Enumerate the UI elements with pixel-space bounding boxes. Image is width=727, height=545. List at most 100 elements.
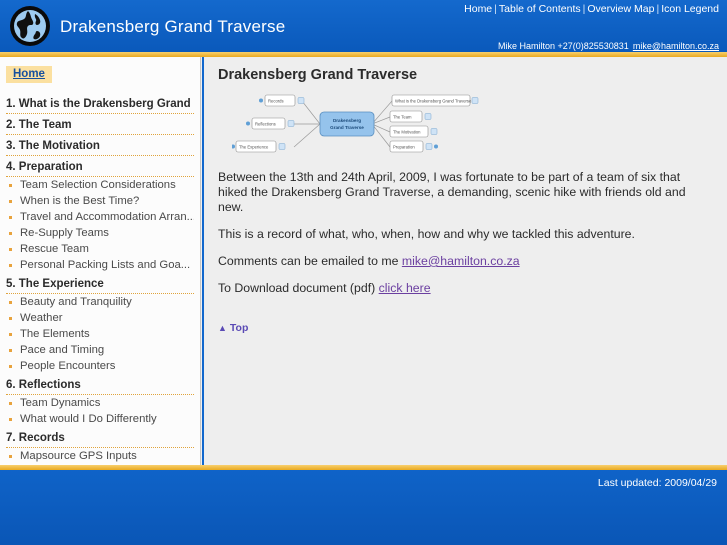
sidebar-section-4[interactable]: 4. Preparation — [6, 156, 194, 177]
mindmap-diagram: Drakensberg Grand Traverse What is the D… — [231, 89, 715, 162]
bullet-icon — [9, 200, 12, 203]
sidebar-item-packing-lists[interactable]: Personal Packing Lists and Goa... — [6, 257, 194, 273]
sidebar-item-travel-accommodation[interactable]: Travel and Accommodation Arran... — [6, 209, 194, 225]
mindmap-center-node: Drakensberg Grand Traverse — [319, 111, 375, 137]
bullet-icon — [9, 248, 12, 251]
sidebar-item-label: Personal Packing Lists and Goa... — [20, 259, 191, 271]
bullet-icon — [9, 418, 12, 421]
sidebar-item-label: Team Selection Considerations — [20, 179, 176, 191]
sidebar-item-label: Team Dynamics — [20, 397, 101, 409]
sidebar-item-pace-timing[interactable]: Pace and Timing — [6, 342, 194, 358]
svg-text:The Motivation: The Motivation — [393, 129, 421, 134]
nav-separator: | — [656, 3, 660, 15]
nav-link-overview-map[interactable]: Overview Map — [587, 3, 654, 15]
svg-text:The Experience: The Experience — [239, 144, 269, 149]
sidebar: Home 1. What is the Drakensberg Grand ..… — [0, 57, 200, 465]
intro-paragraph: Between the 13th and 24th April, 2009, I… — [218, 170, 686, 214]
sidebar-section-7[interactable]: 7. Records — [6, 427, 194, 448]
bullet-icon — [9, 365, 12, 368]
sidebar-item-label: Beauty and Tranquility — [20, 296, 132, 308]
sidebar-section-6[interactable]: 6. Reflections — [6, 374, 194, 395]
sidebar-item-label: Travel and Accommodation Arran... — [20, 211, 194, 223]
comments-text: Comments can be emailed to me — [218, 254, 399, 268]
nav-separator: | — [582, 3, 586, 15]
nav-separator: | — [494, 3, 497, 15]
sidebar-section-1[interactable]: 1. What is the Drakensberg Grand ... — [6, 93, 194, 114]
sidebar-item-people-encounters[interactable]: People Encounters — [6, 358, 194, 374]
bullet-icon — [9, 232, 12, 235]
mindmap-node-reflections: Reflections — [246, 117, 295, 130]
nav-link-icon-legend[interactable]: Icon Legend — [661, 3, 719, 15]
nav-link-table-of-contents[interactable]: Table of Contents — [499, 3, 581, 15]
sidebar-item-team-selection[interactable]: Team Selection Considerations — [6, 177, 194, 193]
mindmap-node-preparation: Preparation — [389, 140, 438, 153]
back-to-top-label: Top — [229, 322, 249, 334]
bullet-icon — [9, 216, 12, 219]
download-text: To Download document (pdf) — [218, 281, 376, 295]
sidebar-item-resupply-teams[interactable]: Re-Supply Teams — [6, 225, 194, 241]
site-footer: Last updated: 2009/04/29 — [0, 470, 727, 545]
sidebar-item-beauty-tranquility[interactable]: Beauty and Tranquility — [6, 294, 194, 310]
download-paragraph: To Download document (pdf) click here — [218, 281, 708, 296]
sidebar-item-label: Weather — [20, 312, 63, 324]
sidebar-item-rescue-team[interactable]: Rescue Team — [6, 241, 194, 257]
main-area: Home 1. What is the Drakensberg Grand ..… — [0, 57, 727, 465]
contact-name: Mike Hamilton +27(0)825530831 — [497, 41, 629, 51]
sidebar-item-mapsource-gps[interactable]: Mapsource GPS Inputs — [6, 448, 194, 464]
svg-text:Drakensberg: Drakensberg — [333, 118, 361, 123]
contact-email-link[interactable]: mike@hamilton.co.za — [633, 41, 719, 51]
caret-up-icon: ▲ — [218, 323, 227, 333]
sidebar-section-2[interactable]: 2. The Team — [6, 114, 194, 135]
mindmap-node-records: Records — [259, 94, 305, 107]
svg-text:The Team: The Team — [393, 114, 412, 119]
mindmap-node-the-experience: The Experience — [231, 140, 286, 153]
sidebar-section-3[interactable]: 3. The Motivation — [6, 135, 194, 156]
comments-email-link[interactable]: mike@hamilton.co.za — [402, 254, 520, 268]
bullet-icon — [9, 301, 12, 304]
sidebar-item-label: What would I Do Differently — [20, 413, 157, 425]
svg-text:Records: Records — [268, 98, 284, 103]
header-contact: Mike Hamilton +27(0)825530831 mike@hamilt… — [498, 41, 719, 51]
sidebar-item-label: Rescue Team — [20, 243, 89, 255]
bullet-icon — [9, 264, 12, 267]
header-nav: Home | Table of Contents | Overview Map | Icon… — [464, 3, 719, 15]
globe-icon — [8, 4, 52, 48]
site-header: Drakensberg Grand Traverse Home | Table of… — [0, 0, 727, 52]
sidebar-item-label: Mapsource GPS Inputs — [20, 450, 137, 462]
bullet-icon — [9, 349, 12, 352]
mindmap-node-the-team: The Team — [389, 110, 432, 123]
sidebar-item-do-differently[interactable]: What would I Do Differently — [6, 411, 194, 427]
svg-text:Preparation: Preparation — [393, 144, 415, 149]
bullet-icon — [9, 333, 12, 336]
comments-paragraph: Comments can be emailed to me mike@hamil… — [218, 254, 708, 269]
back-to-top-link[interactable]: ▲ Top — [218, 322, 248, 334]
nav-link-home[interactable]: Home — [464, 3, 492, 15]
bullet-icon — [9, 184, 12, 187]
sidebar-section-5[interactable]: 5. The Experience — [6, 273, 194, 294]
svg-text:What is the Drakensberg Grand: What is the Drakensberg Grand Traverse — [395, 98, 472, 103]
sidebar-item-label: When is the Best Time? — [20, 195, 140, 207]
sidebar-item-best-time[interactable]: When is the Best Time? — [6, 193, 194, 209]
record-paragraph: This is a record of what, who, when, how… — [218, 227, 635, 241]
sidebar-item-home[interactable]: Home — [6, 66, 52, 83]
mindmap-node-the-motivation: The Motivation — [389, 125, 438, 138]
mindmap-node-what-is: What is the Drakensberg Grand Traverse — [391, 94, 479, 107]
sidebar-item-label: The Elements — [20, 328, 90, 340]
site-title: Drakensberg Grand Traverse — [60, 17, 286, 36]
bullet-icon — [9, 317, 12, 320]
bullet-icon — [9, 402, 12, 405]
sidebar-item-team-dynamics[interactable]: Team Dynamics — [6, 395, 194, 411]
svg-text:Reflections: Reflections — [255, 121, 276, 126]
page-title: Drakensberg Grand Traverse — [218, 67, 418, 83]
sidebar-item-sample-menu[interactable]: Sample Menu (Bernard) — [6, 464, 194, 465]
bullet-icon — [9, 455, 12, 458]
content-area: Drakensberg Grand Traverse Drakensberg G… — [204, 57, 727, 465]
sidebar-item-label: Pace and Timing — [20, 344, 105, 356]
svg-text:Grand Traverse: Grand Traverse — [330, 125, 364, 130]
sidebar-item-weather[interactable]: Weather — [6, 310, 194, 326]
last-updated-text: Last updated: 2009/04/29 — [597, 477, 717, 489]
download-link[interactable]: click here — [379, 281, 431, 295]
sidebar-item-elements[interactable]: The Elements — [6, 326, 194, 342]
sidebar-item-label: Re-Supply Teams — [20, 227, 109, 239]
sidebar-item-label: People Encounters — [20, 360, 116, 372]
